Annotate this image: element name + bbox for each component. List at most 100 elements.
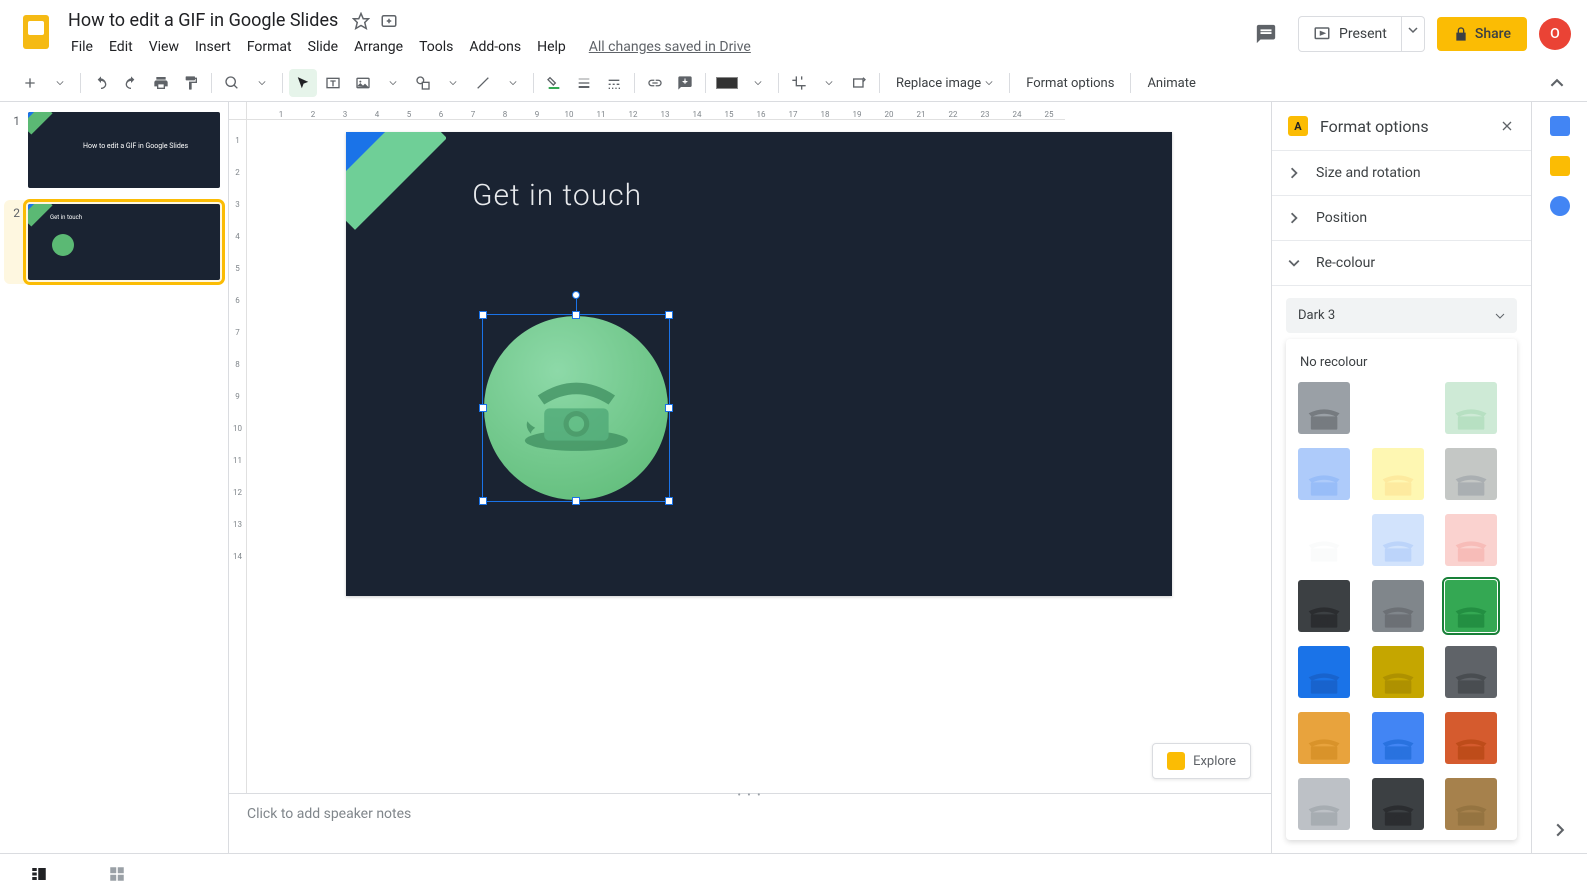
recolor-swatch[interactable] bbox=[1298, 448, 1350, 500]
resize-handle-ml[interactable] bbox=[479, 404, 487, 412]
menu-slide[interactable]: Slide bbox=[301, 35, 345, 59]
menu-insert[interactable]: Insert bbox=[188, 35, 238, 59]
recolor-swatch[interactable] bbox=[1298, 580, 1350, 632]
close-panel-button[interactable] bbox=[1499, 118, 1515, 134]
resize-handle-tr[interactable] bbox=[665, 311, 673, 319]
resize-handle-bm[interactable] bbox=[572, 497, 580, 505]
slide-title-text[interactable]: Get in touch bbox=[472, 178, 642, 213]
resize-handle-mr[interactable] bbox=[665, 404, 673, 412]
mask-button[interactable] bbox=[712, 69, 742, 97]
resize-handle-tm[interactable] bbox=[572, 311, 580, 319]
recolor-swatch[interactable] bbox=[1372, 712, 1424, 764]
recolor-swatch[interactable] bbox=[1445, 382, 1497, 434]
user-avatar[interactable]: O bbox=[1539, 18, 1571, 50]
new-slide-button[interactable] bbox=[16, 69, 44, 97]
new-slide-dropdown[interactable] bbox=[46, 69, 74, 97]
grid-view-button[interactable] bbox=[108, 865, 126, 883]
recolor-swatch[interactable] bbox=[1372, 448, 1424, 500]
star-icon[interactable] bbox=[352, 12, 370, 30]
menu-arrange[interactable]: Arrange bbox=[347, 35, 410, 59]
shape-dropdown[interactable] bbox=[439, 69, 467, 97]
filmstrip-view-button[interactable] bbox=[30, 865, 48, 883]
recolor-swatch[interactable] bbox=[1298, 712, 1350, 764]
keep-addon-icon[interactable] bbox=[1550, 156, 1570, 176]
recolor-swatch[interactable] bbox=[1445, 580, 1497, 632]
menu-format[interactable]: Format bbox=[240, 35, 299, 59]
recolor-swatch[interactable] bbox=[1372, 646, 1424, 698]
calendar-addon-icon[interactable] bbox=[1550, 116, 1570, 136]
recolor-swatch[interactable] bbox=[1298, 646, 1350, 698]
recolor-swatch[interactable] bbox=[1445, 448, 1497, 500]
present-dropdown[interactable] bbox=[1402, 16, 1425, 52]
position-section[interactable]: Position bbox=[1272, 195, 1531, 240]
size-rotation-section[interactable]: Size and rotation bbox=[1272, 150, 1531, 195]
recolor-swatch[interactable] bbox=[1445, 778, 1497, 830]
mask-dropdown[interactable] bbox=[744, 69, 772, 97]
link-button[interactable] bbox=[641, 69, 669, 97]
resize-handle-tl[interactable] bbox=[479, 311, 487, 319]
document-title[interactable]: How to edit a GIF in Google Slides bbox=[64, 8, 342, 33]
select-tool[interactable] bbox=[289, 69, 317, 97]
image-tool[interactable] bbox=[349, 69, 377, 97]
crop-dropdown[interactable] bbox=[815, 69, 843, 97]
resize-handle-bl[interactable] bbox=[479, 497, 487, 505]
recolor-section[interactable]: Re-colour bbox=[1272, 240, 1531, 285]
print-button[interactable] bbox=[147, 69, 175, 97]
recolor-swatch[interactable] bbox=[1372, 778, 1424, 830]
recolor-swatch[interactable] bbox=[1298, 778, 1350, 830]
menu-edit[interactable]: Edit bbox=[102, 35, 140, 59]
line-tool[interactable] bbox=[469, 69, 497, 97]
zoom-button[interactable] bbox=[218, 69, 246, 97]
recolor-swatch[interactable] bbox=[1372, 580, 1424, 632]
recolor-swatch[interactable] bbox=[1298, 514, 1350, 566]
save-status[interactable]: All changes saved in Drive bbox=[589, 35, 751, 59]
menu-view[interactable]: View bbox=[142, 35, 186, 59]
undo-button[interactable] bbox=[87, 69, 115, 97]
menu-tools[interactable]: Tools bbox=[412, 35, 460, 59]
rotate-handle[interactable] bbox=[572, 291, 580, 299]
recolor-swatch[interactable] bbox=[1445, 646, 1497, 698]
share-button[interactable]: Share bbox=[1437, 17, 1527, 51]
speaker-notes[interactable]: • • • Click to add speaker notes bbox=[229, 793, 1271, 853]
line-dropdown[interactable] bbox=[499, 69, 527, 97]
zoom-dropdown[interactable] bbox=[248, 69, 276, 97]
selected-image[interactable] bbox=[484, 316, 668, 500]
resize-handle-br[interactable] bbox=[665, 497, 673, 505]
tasks-addon-icon[interactable] bbox=[1550, 196, 1570, 216]
recolor-select[interactable]: Dark 3 bbox=[1286, 298, 1517, 333]
slides-logo[interactable] bbox=[16, 12, 56, 52]
menu-addons[interactable]: Add-ons bbox=[462, 35, 528, 59]
menu-help[interactable]: Help bbox=[530, 35, 573, 59]
explore-button[interactable]: Explore bbox=[1152, 743, 1251, 779]
notes-resize-handle[interactable]: • • • bbox=[737, 790, 762, 801]
redo-button[interactable] bbox=[117, 69, 145, 97]
canvas-scroll[interactable]: Get in touch bbox=[247, 120, 1271, 793]
format-options-button[interactable]: Format options bbox=[1016, 72, 1124, 95]
recolor-swatch[interactable] bbox=[1445, 712, 1497, 764]
recolor-swatch[interactable] bbox=[1298, 382, 1350, 434]
menu-file[interactable]: File bbox=[64, 35, 100, 59]
collapse-toolbar-button[interactable] bbox=[1543, 69, 1571, 97]
recolor-swatch[interactable] bbox=[1445, 514, 1497, 566]
crop-button[interactable] bbox=[785, 69, 813, 97]
slide-canvas[interactable]: Get in touch bbox=[346, 132, 1172, 596]
animate-button[interactable]: Animate bbox=[1137, 72, 1205, 95]
border-weight-button[interactable] bbox=[570, 69, 598, 97]
slide-thumb-2[interactable]: 2 Get in touch bbox=[4, 200, 224, 284]
replace-image-button[interactable]: Replace image bbox=[886, 72, 1003, 95]
reset-image-button[interactable] bbox=[845, 69, 873, 97]
slide-thumb-1[interactable]: 1 How to edit a GIF in Google Slides bbox=[8, 112, 220, 188]
textbox-tool[interactable] bbox=[319, 69, 347, 97]
no-recolor-option[interactable]: No recolour bbox=[1290, 349, 1513, 382]
shape-tool[interactable] bbox=[409, 69, 437, 97]
comment-button[interactable] bbox=[671, 69, 699, 97]
comments-icon[interactable] bbox=[1246, 14, 1286, 54]
present-button[interactable]: Present bbox=[1298, 16, 1402, 52]
move-icon[interactable] bbox=[380, 12, 398, 30]
border-color-button[interactable] bbox=[540, 69, 568, 97]
border-dash-button[interactable] bbox=[600, 69, 628, 97]
expand-rail-button[interactable] bbox=[1553, 823, 1567, 837]
paint-format-button[interactable] bbox=[177, 69, 205, 97]
recolor-swatch[interactable] bbox=[1372, 514, 1424, 566]
image-dropdown[interactable] bbox=[379, 69, 407, 97]
